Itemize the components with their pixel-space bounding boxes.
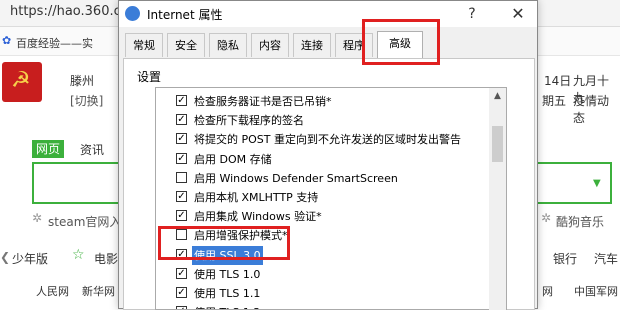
star-icon: ☆ [72, 247, 85, 263]
dropdown-icon[interactable]: ▼ [593, 178, 601, 189]
checkbox[interactable]: ✓ [176, 152, 187, 164]
tab-general[interactable]: 常规 [125, 33, 163, 57]
checkbox[interactable]: ✓ [176, 210, 187, 222]
date-day: 14日 [544, 74, 572, 88]
checkbox[interactable]: ✓ [176, 133, 187, 145]
tab-connections[interactable]: 连接 [293, 33, 331, 57]
checkbox[interactable]: ✓ [176, 267, 187, 279]
checkbox[interactable] [176, 171, 187, 183]
nav-item[interactable]: 银行 [553, 250, 577, 267]
address-bar-right [540, 0, 620, 26]
emblem-icon: ☭ [2, 62, 42, 102]
checkbox[interactable]: ✓ [176, 191, 187, 202]
tab-content[interactable]: 内容 [251, 33, 289, 57]
highlight-advanced-tab [362, 19, 440, 65]
chevron-left-icon[interactable]: ❮ [0, 250, 10, 264]
internet-properties-dialog: Internet 属性 ? ✕ 常规 安全 隐私 内容 连接 程序 高级 设置 … [118, 0, 538, 310]
gear-icon: ✲ [32, 211, 43, 225]
close-button[interactable]: ✕ [503, 3, 533, 25]
search-tab-web[interactable]: 网页 [32, 140, 64, 158]
site-link[interactable]: 中国军网 [574, 283, 618, 299]
settings-group-label: 设置 [137, 70, 162, 84]
settings-list[interactable]: ✓ 检查服务器证书是否已吊销* ✓ 检查所下载程序的签名 ✓ 将提交的 POST 重定向到… [155, 87, 507, 310]
help-button[interactable]: ? [457, 3, 487, 25]
vertical-scrollbar[interactable] [489, 88, 506, 310]
tab-strip: 常规 安全 隐私 内容 连接 程序 高级 [119, 31, 537, 59]
switch-city-link[interactable]: [切换] [70, 92, 103, 109]
settings-item-label: 检查服务器证书是否已吊销* [194, 95, 332, 108]
gear-icon: ✲ [541, 211, 552, 225]
settings-item-label: 检查所下载程序的签名 [194, 114, 304, 128]
site-link[interactable]: 人民网 [36, 283, 69, 299]
dialog-titlebar[interactable]: Internet 属性 ? ✕ [119, 1, 537, 27]
tab-privacy[interactable]: 隐私 [209, 33, 247, 57]
checkbox[interactable]: ✓ [176, 114, 187, 126]
site-link[interactable]: 新华网 [82, 283, 115, 299]
scroll-up-icon[interactable]: ▲ [489, 88, 506, 104]
settings-item-label: 启用本机 XMLHTTP 支持 [194, 191, 319, 204]
nav-item[interactable]: 少年版 [12, 250, 48, 267]
settings-item-label: 使用 TLS 1.1 [194, 287, 261, 300]
epidemic-link[interactable]: 疫情动态 [573, 92, 620, 126]
scroll-thumb[interactable] [492, 126, 503, 162]
search-hint[interactable]: steam官网入 [48, 213, 121, 230]
bookmark-item[interactable]: 百度经验——实 [16, 35, 93, 51]
highlight-ssl-option [158, 226, 290, 260]
search-hint[interactable]: 酷狗音乐 [556, 213, 604, 230]
tab-security[interactable]: 安全 [167, 33, 205, 57]
city-name: 滕州 [70, 74, 95, 88]
settings-item-label: 将提交的 POST 重定向到不允许发送的区域时发出警告 [194, 133, 461, 147]
nav-item[interactable]: 电影 [94, 250, 118, 267]
paw-icon: ✿ [2, 34, 12, 47]
settings-item-label: 启用集成 Windows 验证* [194, 210, 322, 224]
nav-item[interactable]: 汽车 [594, 250, 618, 267]
dialog-title: Internet 属性 [147, 8, 223, 22]
settings-item-label: 启用 DOM 存储 [194, 152, 272, 166]
checkbox[interactable]: ✓ [176, 306, 187, 309]
weekday: 期五 [542, 94, 567, 108]
settings-item-label: 使用 TLS 1.0 [194, 267, 261, 281]
globe-icon [125, 6, 140, 21]
site-link[interactable]: 网 [542, 283, 553, 299]
search-tab-news[interactable]: 资讯 [80, 141, 104, 158]
settings-item-label: 启用 Windows Defender SmartScreen [194, 171, 398, 185]
checkbox[interactable]: ✓ [176, 287, 187, 298]
checkbox[interactable]: ✓ [176, 95, 187, 106]
